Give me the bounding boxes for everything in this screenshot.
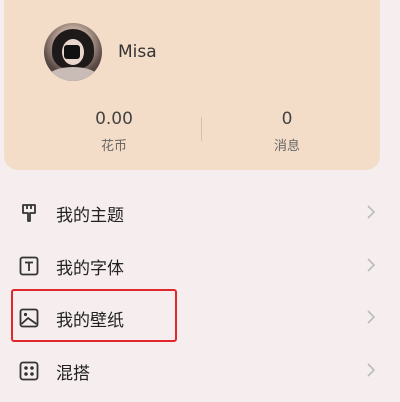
menu-item-label: 我的字体 [56,259,124,279]
chevron-right-icon [366,362,376,378]
avatar-phone [64,45,80,59]
coins-value: 0.00 [95,109,133,129]
chevron-right-icon [366,204,376,220]
messages-label: 消息 [273,139,300,154]
coins-label: 花币 [100,139,127,154]
menu-item-my-fonts[interactable]: 我的字体 [0,242,400,294]
profile-card: Misa 0.00 花币 0 消息 [4,0,380,170]
messages-stat[interactable]: 0 消息 [217,108,357,154]
avatar-shirt [48,67,98,81]
menu-item-my-themes[interactable]: 我的主题 [0,189,400,241]
coins-stat[interactable]: 0.00 花币 [44,108,184,154]
mix-dots-icon [18,360,40,382]
avatar[interactable] [44,23,102,81]
chevron-right-icon [366,309,376,325]
messages-value: 0 [281,109,293,129]
chevron-right-icon [366,257,376,273]
font-t-icon [18,255,40,277]
menu-item-label: 混搭 [56,364,90,384]
username[interactable]: Misa [118,42,157,62]
menu-item-mix[interactable]: 混搭 [0,347,400,399]
menu-item-label: 我的主题 [56,206,124,226]
theme-brush-icon [18,202,40,224]
stats-divider [201,117,202,141]
highlight-box [11,289,177,342]
